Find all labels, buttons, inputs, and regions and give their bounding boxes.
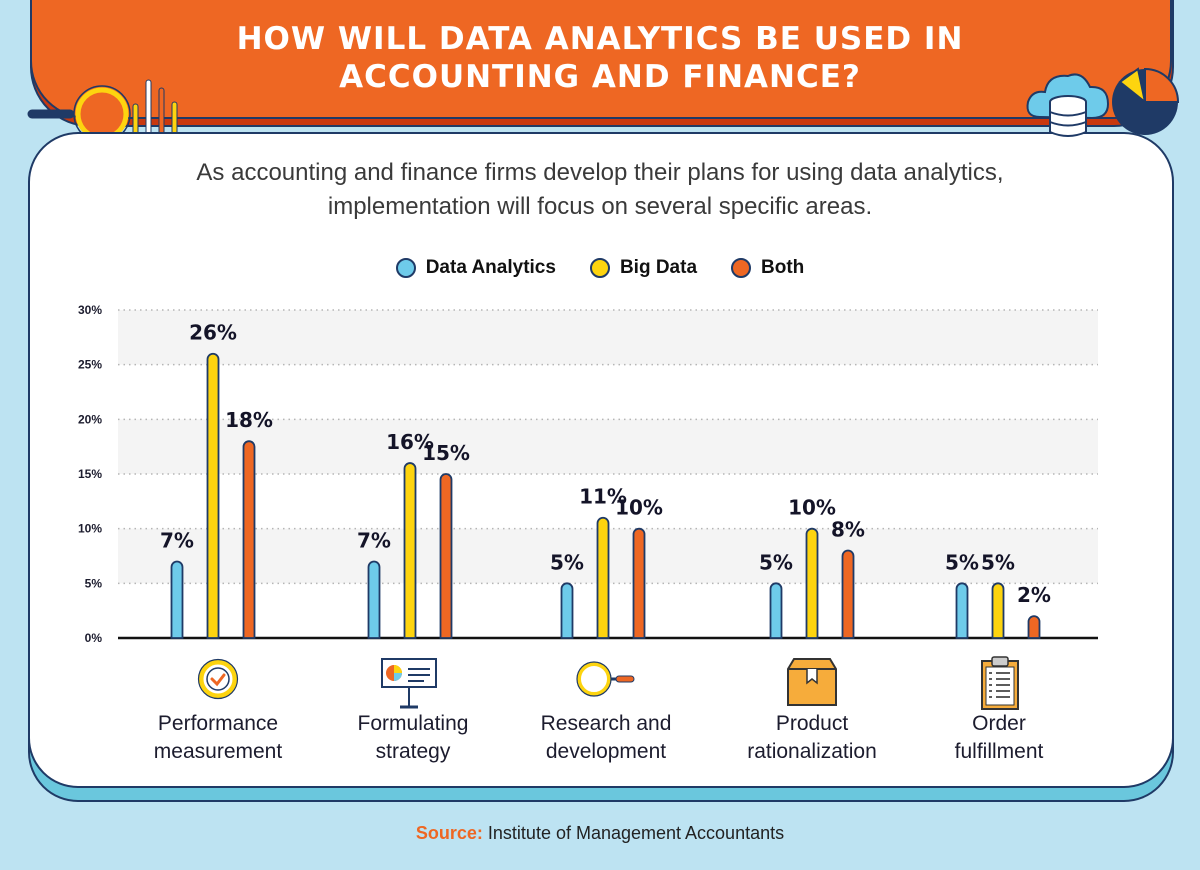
- data-label: 10%: [788, 496, 836, 520]
- category-label-strategy: Formulating strategy: [313, 710, 513, 766]
- bar-both: [439, 473, 453, 639]
- y-tick-label: 10%: [78, 522, 102, 536]
- product-box-icon: [787, 658, 837, 706]
- checkmark-badge-icon: [197, 658, 239, 700]
- category-label-line: Research and: [540, 712, 672, 735]
- bar-both: [632, 527, 646, 639]
- y-tick-label: 5%: [85, 576, 103, 590]
- bar-data-analytics: [769, 582, 783, 639]
- source-label: Source:: [415, 823, 483, 843]
- category-label-performance: Performance measurement: [118, 710, 318, 766]
- category-label-line: Order: [972, 712, 1026, 735]
- data-label: 8%: [831, 518, 865, 542]
- data-label: 7%: [357, 528, 391, 552]
- y-tick-label: 25%: [78, 358, 102, 372]
- category-label-line: strategy: [375, 740, 451, 763]
- category-label-line: Formulating: [357, 712, 469, 735]
- data-label: 10%: [615, 496, 663, 520]
- y-tick-label: 0%: [85, 631, 103, 645]
- category-label-line: Product: [775, 712, 849, 735]
- data-label: 26%: [189, 321, 237, 345]
- bar-big-data: [596, 516, 610, 639]
- clipboard-checklist-icon: [981, 656, 1019, 710]
- data-label: 5%: [945, 550, 979, 574]
- magnifying-glass-icon: [576, 661, 635, 697]
- source-note: Source: Institute of Management Accounta…: [0, 823, 1200, 844]
- data-label: 5%: [550, 550, 584, 574]
- grid-band: [118, 310, 1098, 365]
- bar-big-data: [403, 462, 417, 639]
- category-label-line: Performance: [157, 712, 279, 735]
- data-label: 2%: [1017, 583, 1051, 607]
- data-label: 15%: [422, 441, 470, 465]
- bar-big-data: [805, 527, 819, 639]
- category-label-research: Research and development: [506, 710, 706, 766]
- bar-data-analytics: [367, 560, 381, 639]
- y-tick-label: 15%: [78, 467, 102, 481]
- bar-both: [1027, 615, 1041, 639]
- data-label: 18%: [225, 408, 273, 432]
- bar-big-data: [206, 352, 220, 639]
- category-label-line: measurement: [153, 740, 283, 763]
- category-label-line: fulfillment: [954, 740, 1044, 763]
- category-label-product: Product rationalization: [712, 710, 912, 766]
- source-text: Institute of Management Accountants: [487, 823, 785, 843]
- category-label-order: Order fulfillment: [899, 710, 1099, 766]
- bar-data-analytics: [560, 582, 574, 639]
- data-label: 5%: [759, 550, 793, 574]
- presentation-board-icon: [381, 658, 437, 709]
- category-label-line: rationalization: [747, 740, 877, 763]
- y-tick-label: 30%: [78, 303, 102, 317]
- bar-data-analytics: [170, 560, 184, 639]
- data-label: 7%: [160, 528, 194, 552]
- bar-both: [242, 440, 256, 639]
- bar-data-analytics: [955, 582, 969, 639]
- y-tick-label: 20%: [78, 412, 102, 426]
- data-label: 5%: [981, 550, 1015, 574]
- bar-both: [841, 549, 855, 639]
- category-label-line: development: [545, 740, 667, 763]
- bar-big-data: [991, 582, 1005, 639]
